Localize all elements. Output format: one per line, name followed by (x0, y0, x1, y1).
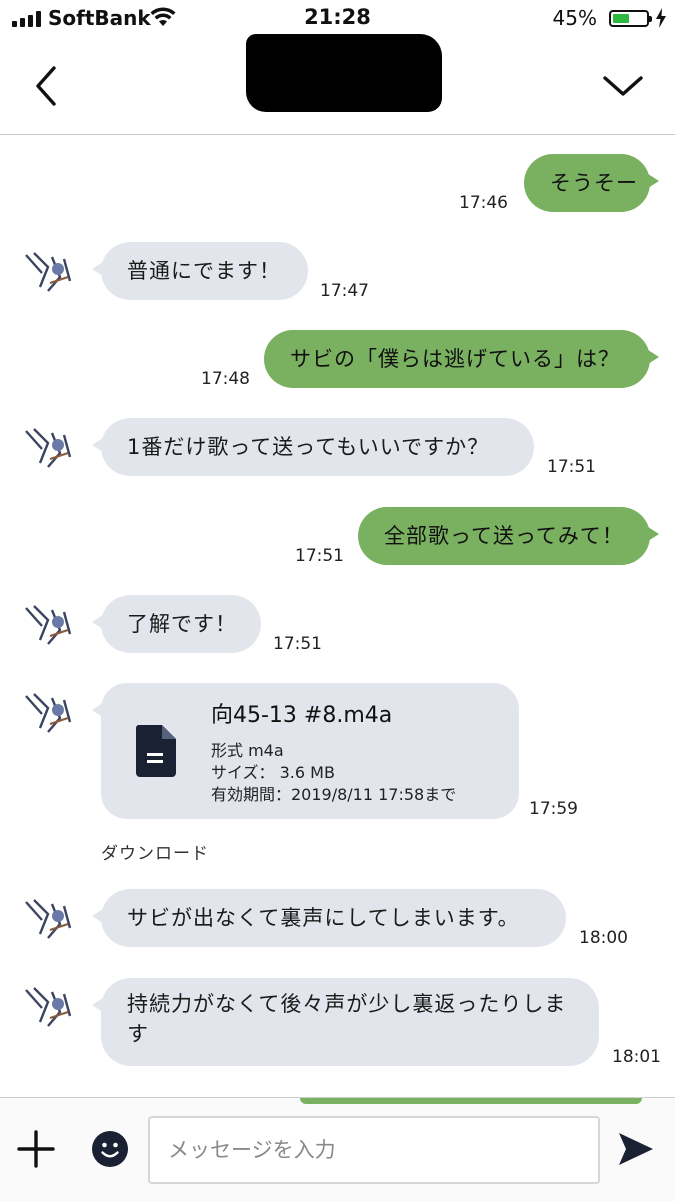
message-text: 1番だけ歌って送ってもいいですか？ (127, 435, 490, 459)
file-size: サイズ： 3.6 MB (211, 763, 335, 782)
message-time: 17:51 (295, 546, 344, 566)
message-text: 全部歌って送ってみて！ (384, 524, 624, 548)
message-bubble-outgoing[interactable]: そうそー (524, 154, 659, 212)
message-time: 17:47 (320, 281, 369, 301)
avatar[interactable] (20, 600, 78, 650)
chevron-left-icon[interactable] (30, 64, 64, 108)
message-bubble-incoming[interactable]: 普通にでます！ (92, 242, 308, 300)
send-icon[interactable] (617, 1131, 655, 1167)
message-text: 持続力がなくて後々声が少し裏返ったりします (127, 992, 567, 1046)
message-bubble-incoming[interactable]: サビが出なくて裏声にしてしまいます。 (92, 889, 566, 947)
message-text: そうそー (550, 171, 638, 195)
message-bubble-incoming[interactable]: 持続力がなくて後々声が少し裏返ったりします (92, 978, 599, 1066)
message-bubble-outgoing[interactable]: 全部歌って送ってみて！ (358, 507, 659, 565)
message-time: 17:51 (547, 457, 596, 477)
avatar[interactable] (20, 894, 78, 944)
avatar[interactable] (20, 982, 78, 1032)
plus-icon[interactable] (17, 1130, 55, 1168)
message-bubble-incoming[interactable]: 1番だけ歌って送ってもいいですか？ (92, 418, 534, 476)
message-bubble-outgoing[interactable]: サビの「僕らは逃げている」は？ (264, 330, 659, 388)
avatar[interactable] (20, 688, 78, 738)
message-text: サビが出なくて裏声にしてしまいます。 (127, 906, 520, 930)
file-format: 形式 m4a (211, 741, 284, 760)
message-time: 18:00 (579, 928, 628, 948)
message-time: 17:46 (459, 193, 508, 213)
message-text: サビの「僕らは逃げている」は？ (290, 347, 620, 371)
download-link[interactable]: ダウンロード (101, 839, 209, 864)
message-time: 17:59 (529, 799, 578, 819)
battery-icon (609, 10, 652, 27)
message-composer (0, 1097, 675, 1201)
message-input[interactable] (148, 1116, 600, 1184)
message-time: 18:01 (612, 1047, 661, 1067)
battery-fill (613, 14, 630, 23)
message-time: 17:48 (201, 369, 250, 389)
emoji-icon[interactable] (91, 1130, 129, 1168)
file-message-card[interactable]: 向45-13 #8.m4a 形式 m4a サイズ： 3.6 MB 有効期間：20… (92, 683, 519, 819)
avatar[interactable] (20, 247, 78, 297)
battery-percent: 45% (552, 6, 597, 30)
redacted-contact-name (246, 34, 442, 112)
message-time: 17:51 (273, 634, 322, 654)
document-icon (135, 725, 176, 777)
chevron-down-icon[interactable] (601, 70, 645, 100)
message-text: 了解です！ (127, 612, 237, 636)
message-text: 普通にでます！ (127, 259, 281, 283)
message-bubble-incoming[interactable]: 了解です！ (92, 595, 261, 653)
chat-header (0, 34, 675, 135)
avatar[interactable] (20, 423, 78, 473)
next-message-peek (300, 1098, 642, 1104)
charging-bolt-icon (656, 8, 666, 28)
status-bar: SoftBank 21:28 45% (0, 0, 675, 36)
chat-history[interactable]: そうそー 17:46 普通にでます！ 17:47 サビの「僕らは逃げている」は？… (0, 135, 675, 1097)
file-expiry: 有効期間：2019/8/11 17:58まで (211, 785, 457, 804)
file-name: 向45-13 #8.m4a (211, 703, 393, 728)
